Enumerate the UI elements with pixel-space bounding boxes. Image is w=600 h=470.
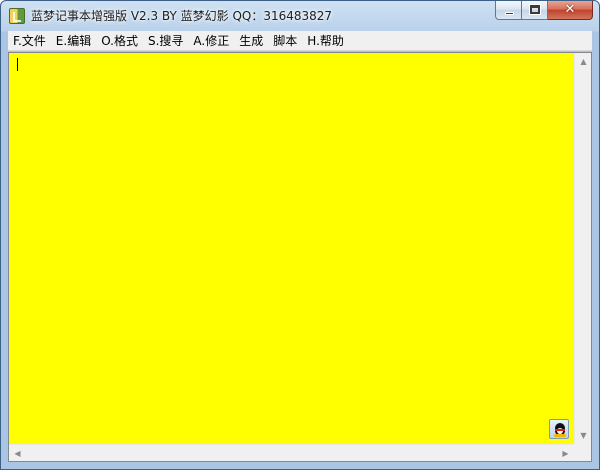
scrollbar-corner bbox=[574, 444, 591, 461]
minimize-button[interactable] bbox=[495, 1, 522, 20]
text-caret bbox=[17, 58, 18, 71]
close-button[interactable]: ✕ bbox=[548, 1, 593, 20]
title-bar[interactable]: 蓝梦记事本增强版 V2.3 BY 蓝梦幻影 QQ：316483827 ✕ bbox=[1, 1, 599, 31]
close-icon: ✕ bbox=[564, 2, 576, 17]
menu-search[interactable]: S.搜寻 bbox=[143, 31, 188, 51]
menu-format[interactable]: O.格式 bbox=[96, 31, 143, 51]
caption-buttons: ✕ bbox=[495, 1, 593, 20]
menu-fix[interactable]: A.修正 bbox=[188, 31, 234, 51]
menu-help[interactable]: H.帮助 bbox=[302, 31, 349, 51]
vertical-scrollbar[interactable]: ▲ ▼ bbox=[574, 53, 591, 444]
menu-file[interactable]: F.文件 bbox=[8, 31, 51, 51]
scroll-down-arrow-icon[interactable]: ▼ bbox=[575, 427, 592, 444]
maximize-button[interactable] bbox=[522, 1, 548, 20]
app-window: 蓝梦记事本增强版 V2.3 BY 蓝梦幻影 QQ：316483827 ✕ F.文… bbox=[0, 0, 600, 470]
horizontal-scrollbar[interactable]: ◀ ▶ bbox=[9, 444, 574, 461]
maximize-icon bbox=[529, 4, 541, 15]
editor-frame: ▲ ▼ ◀ ▶ bbox=[8, 52, 592, 462]
penguin-scarf bbox=[555, 429, 565, 431]
scroll-right-arrow-icon[interactable]: ▶ bbox=[557, 445, 574, 462]
minimize-icon bbox=[505, 12, 514, 15]
menu-generate[interactable]: 生成 bbox=[234, 31, 268, 51]
menu-script[interactable]: 脚本 bbox=[268, 31, 302, 51]
scroll-left-arrow-icon[interactable]: ◀ bbox=[9, 445, 26, 462]
penguin-feet bbox=[554, 434, 566, 437]
window-title: 蓝梦记事本增强版 V2.3 BY 蓝梦幻影 QQ：316483827 bbox=[31, 9, 333, 23]
menu-edit[interactable]: E.编辑 bbox=[51, 31, 96, 51]
scroll-up-arrow-icon[interactable]: ▲ bbox=[575, 53, 592, 70]
qq-penguin-icon[interactable] bbox=[549, 419, 569, 439]
text-editor[interactable] bbox=[17, 55, 571, 438]
menu-bar: F.文件 E.编辑 O.格式 S.搜寻 A.修正 生成 脚本 H.帮助 bbox=[8, 31, 592, 51]
notebook-icon[interactable] bbox=[9, 8, 25, 24]
